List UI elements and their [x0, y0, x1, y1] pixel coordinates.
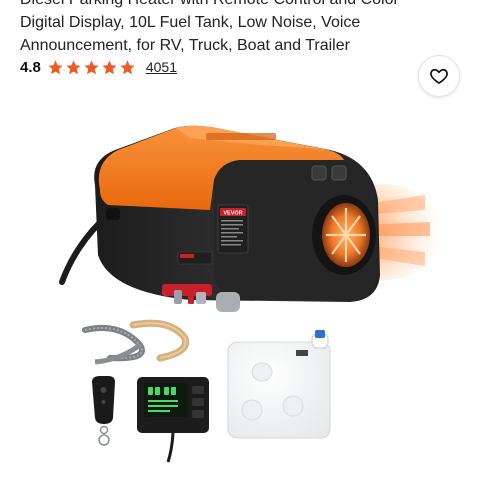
heater-unit: VEVOR — [94, 125, 381, 312]
rating-row[interactable]: 4.8 4051 — [20, 57, 177, 77]
product-title-line-1: Diesel Parking Heater with Remote Contro… — [20, 0, 460, 11]
star-rating — [47, 59, 136, 76]
product-title-line-3: Announcement, for RV, Truck, Boat and Tr… — [20, 37, 350, 54]
product-title-line-2: Digital Display, 10L Fuel Tank, Low Nois… — [20, 14, 361, 31]
favorite-button[interactable] — [418, 55, 460, 97]
brand-label: VEVOR — [223, 211, 242, 217]
exhaust-hoses — [82, 319, 190, 365]
star-icon — [84, 59, 99, 74]
review-count-link[interactable]: 4051 — [146, 59, 177, 75]
star-icon — [120, 59, 135, 74]
remote-control — [92, 376, 115, 446]
star-icon — [66, 59, 81, 74]
product-title: Diesel Parking Heater with Remote Contro… — [20, 0, 460, 57]
heart-outline-icon — [430, 68, 448, 84]
star-icon — [48, 59, 63, 74]
digital-controller — [137, 377, 209, 463]
product-image[interactable]: VEVOR — [40, 105, 440, 480]
fuel-tank — [227, 330, 331, 439]
rating-value: 4.8 — [20, 58, 41, 76]
star-icon — [102, 59, 117, 74]
